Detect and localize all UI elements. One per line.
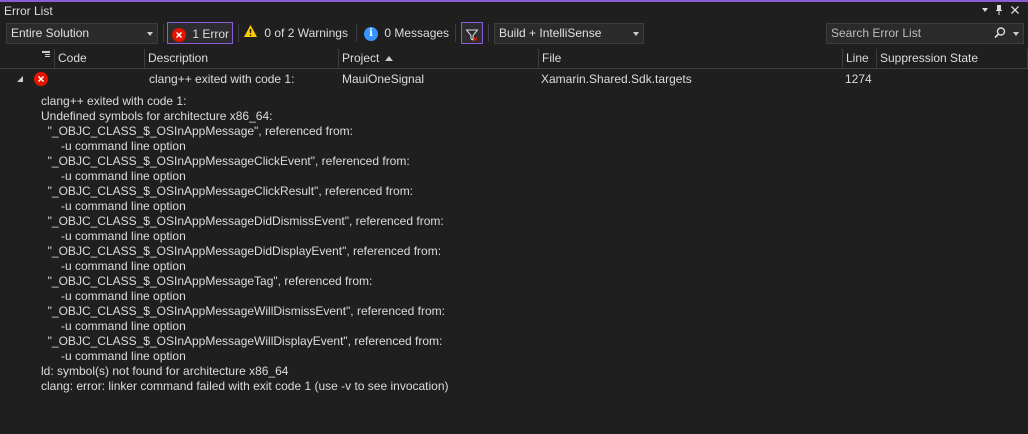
toolbar-separator <box>488 24 489 42</box>
column-header-project[interactable]: Project <box>338 49 538 68</box>
chevron-down-icon <box>633 32 639 36</box>
detail-line: clang++ exited with code 1: <box>41 94 187 108</box>
search-placeholder: Search Error List <box>831 26 922 40</box>
row-project: MauiOneSignal <box>342 72 425 86</box>
detail-line: -u command line option <box>41 259 186 273</box>
info-icon: i <box>364 26 378 41</box>
toolbar-separator <box>238 24 239 42</box>
sort-ascending-icon <box>385 56 394 62</box>
detail-line: "_OBJC_CLASS_$_OSInAppMessageTag", refer… <box>41 274 373 288</box>
search-icon[interactable] <box>993 26 1007 46</box>
pin-icon[interactable] <box>992 3 1006 17</box>
detail-line: -u command line option <box>41 349 186 363</box>
build-filter-dropdown[interactable]: Build + IntelliSense <box>494 23 644 44</box>
error-icon <box>172 27 186 42</box>
errors-filter-label: 1 Error <box>192 27 230 41</box>
toolbar-separator <box>356 24 357 42</box>
table-row[interactable]: clang++ exited with code 1: MauiOneSigna… <box>0 70 1028 88</box>
detail-line: ld: symbol(s) not found for architecture… <box>41 364 289 378</box>
errors-filter-button[interactable]: 1 Error <box>167 22 233 44</box>
column-header-project-label: Project <box>342 51 380 65</box>
filter-toggle-button[interactable] <box>461 22 483 44</box>
window-title: Error List <box>4 4 53 18</box>
column-header-row: Code Description Project File Line Suppr… <box>0 49 1028 69</box>
detail-line: "_OBJC_CLASS_$_OSInAppMessageDidDismissE… <box>41 214 444 228</box>
close-icon[interactable] <box>1008 3 1022 17</box>
chevron-down-icon <box>147 32 153 36</box>
row-file[interactable]: Xamarin.Shared.Sdk.targets <box>541 72 692 86</box>
detail-line: "_OBJC_CLASS_$_OSInAppMessage", referenc… <box>41 124 354 138</box>
detail-line: "_OBJC_CLASS_$_OSInAppMessageWillDisplay… <box>41 334 443 348</box>
column-chooser-icon[interactable] <box>36 49 54 68</box>
detail-line: Undefined symbols for architecture x86_6… <box>41 109 273 123</box>
scope-dropdown[interactable]: Entire Solution <box>6 23 158 44</box>
error-icon <box>34 72 48 86</box>
detail-line: "_OBJC_CLASS_$_OSInAppMessageClickResult… <box>41 184 414 198</box>
column-header-code[interactable]: Code <box>54 49 144 68</box>
warnings-filter-button[interactable]: 0 of 2 Warnings <box>243 22 353 44</box>
build-filter-value: Build + IntelliSense <box>499 26 602 40</box>
detail-line: -u command line option <box>41 169 186 183</box>
column-header-file[interactable]: File <box>538 49 842 68</box>
detail-line: -u command line option <box>41 319 186 333</box>
column-header-suppression[interactable]: Suppression State <box>876 49 1028 68</box>
row-line: 1274 <box>845 72 872 86</box>
warning-icon <box>243 23 258 45</box>
detail-line: "_OBJC_CLASS_$_OSInAppMessageClickEvent"… <box>41 154 410 168</box>
filter-icon <box>465 27 479 41</box>
detail-line: -u command line option <box>41 199 186 213</box>
detail-line: -u command line option <box>41 229 186 243</box>
detail-line: -u command line option <box>41 289 186 303</box>
detail-line: clang: error: linker command failed with… <box>41 379 449 393</box>
scope-dropdown-value: Entire Solution <box>11 26 90 40</box>
column-header-description[interactable]: Description <box>144 49 338 68</box>
expander-icon[interactable] <box>17 76 23 82</box>
detail-line: "_OBJC_CLASS_$_OSInAppMessageDidDisplayE… <box>41 244 442 258</box>
column-header-line[interactable]: Line <box>842 49 876 68</box>
search-input[interactable]: Search Error List <box>826 23 1024 44</box>
messages-filter-button[interactable]: i 0 Messages <box>364 22 454 44</box>
row-description: clang++ exited with code 1: <box>149 72 295 86</box>
detail-line: "_OBJC_CLASS_$_OSInAppMessageWillDismiss… <box>41 304 446 318</box>
toolbar-separator <box>163 24 164 42</box>
tool-window-titlebar: Error List <box>0 2 1028 19</box>
search-options-chevron-icon[interactable] <box>1013 32 1019 36</box>
window-dropdown-icon[interactable] <box>978 3 992 17</box>
detail-line: -u command line option <box>41 139 186 153</box>
toolbar-separator <box>455 24 456 42</box>
warnings-filter-label: 0 of 2 Warnings <box>264 26 348 40</box>
messages-filter-label: 0 Messages <box>384 26 450 40</box>
header-expander-column <box>0 49 36 68</box>
